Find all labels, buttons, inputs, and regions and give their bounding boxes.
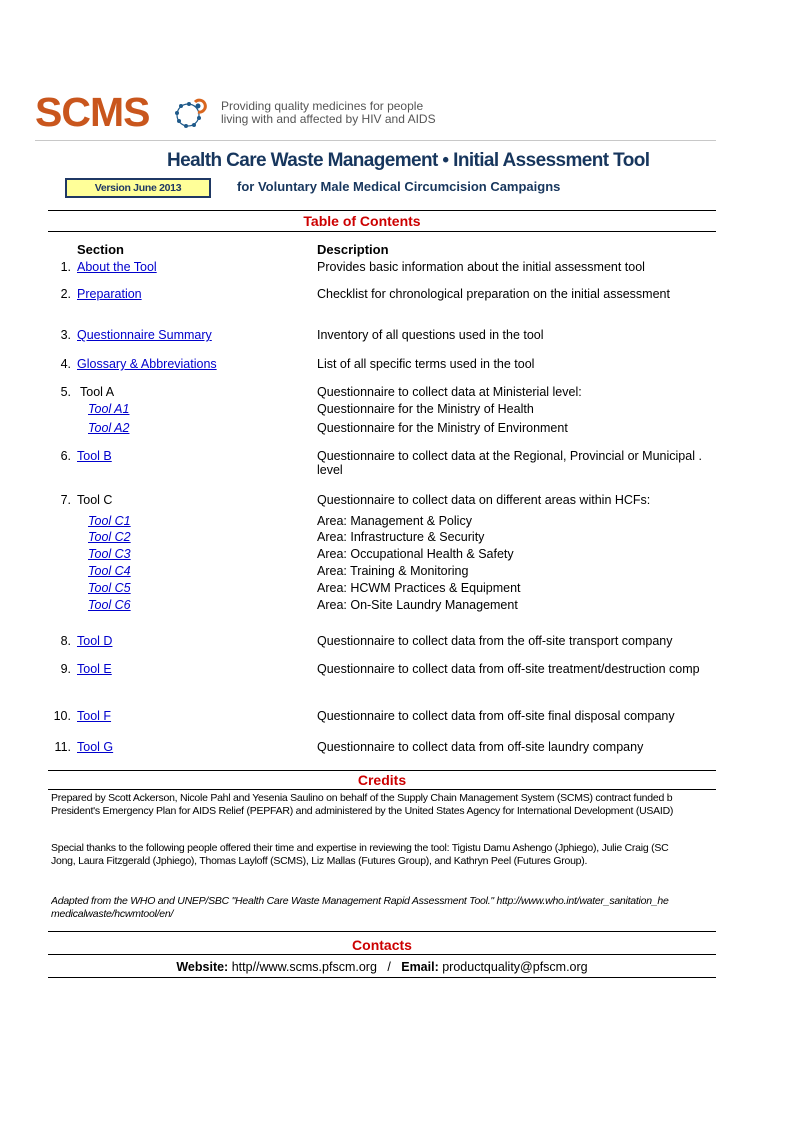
tool-c5-link[interactable]: Tool C5 <box>88 581 131 595</box>
credits-thanks-line-1: Special thanks to the following people o… <box>51 842 669 854</box>
toc-description: Questionnaire for the Ministry of Enviro… <box>317 421 568 435</box>
toc-description: Questionnaire to collect data from the o… <box>317 634 673 648</box>
divider <box>48 954 716 955</box>
credits-heading: Credits <box>357 772 407 788</box>
toc-number: 3. <box>60 328 71 342</box>
toc-heading: Table of Contents <box>303 213 421 229</box>
toc-number: 8. <box>60 634 71 648</box>
tool-b-link[interactable]: Tool B <box>77 449 112 463</box>
tool-d-link[interactable]: Tool D <box>77 634 112 648</box>
version-badge: Version June 2013 <box>65 178 211 198</box>
about-the-tool-link[interactable]: About the Tool <box>77 260 157 274</box>
tool-c2-link[interactable]: Tool C2 <box>88 530 131 544</box>
toc-description: Provides basic information about the ini… <box>317 260 645 274</box>
tagline: Providing quality medicines for people l… <box>221 100 436 126</box>
tool-c6-link[interactable]: Tool C6 <box>88 598 131 612</box>
toc-number: 7. <box>60 493 71 507</box>
contacts-heading: Contacts <box>352 937 412 953</box>
preparation-link[interactable]: Preparation <box>77 287 142 301</box>
tool-e-link[interactable]: Tool E <box>77 662 112 676</box>
tagline-line-2: living with and affected by HIV and AIDS <box>221 112 436 126</box>
contacts-line: Website: http//www.scms.pfscm.org / Emai… <box>0 960 782 974</box>
toc-number: 2. <box>60 287 71 301</box>
divider <box>48 231 716 232</box>
email-value: productquality@pfscm.org <box>442 960 588 974</box>
toc-description: Questionnaire for the Ministry of Health <box>317 402 534 416</box>
website-value: http//www.scms.pfscm.org <box>231 960 377 974</box>
glossary-abbreviations-link[interactable]: Glossary & Abbreviations <box>77 357 217 371</box>
toc-number: 10. <box>53 709 71 723</box>
tool-g-link[interactable]: Tool G <box>77 740 113 754</box>
header-divider <box>35 140 716 141</box>
toc-description: Questionnaire to collect data from off-s… <box>317 740 644 754</box>
toc-description: Questionnaire to collect data at Ministe… <box>317 385 582 399</box>
questionnaire-summary-link[interactable]: Questionnaire Summary <box>77 328 212 342</box>
toc-number: 1. <box>60 260 71 274</box>
page-title: Health Care Waste Management • Initial A… <box>167 150 650 171</box>
toc-number: 5. <box>60 385 71 399</box>
section-column-header: Section <box>77 242 124 257</box>
divider <box>48 210 716 211</box>
email-label: Email: <box>401 960 439 974</box>
contacts-separator: / <box>387 960 391 974</box>
toc-description: Questionnaire to collect data from off-s… <box>317 662 700 676</box>
toc-description: Area: HCWM Practices & Equipment <box>317 581 521 595</box>
divider <box>48 789 716 790</box>
tool-c4-link[interactable]: Tool C4 <box>88 564 131 578</box>
divider <box>48 977 716 978</box>
toc-description: Area: Training & Monitoring <box>317 564 469 578</box>
toc-description: Area: Management & Policy <box>317 514 472 528</box>
toc-description-continued: level <box>317 463 343 477</box>
tool-c3-link[interactable]: Tool C3 <box>88 547 131 561</box>
credits-prepared-line-1: Prepared by Scott Ackerson, Nicole Pahl … <box>51 792 673 804</box>
credits-thanks-line-2: Jong, Laura Fitzgerald (Jphiego), Thomas… <box>51 855 588 867</box>
toc-description: Questionnaire to collect data from off-s… <box>317 709 675 723</box>
toc-description: Inventory of all questions used in the t… <box>317 328 544 342</box>
credits-prepared-line-2: President's Emergency Plan for AIDS Reli… <box>51 805 674 817</box>
toc-number: 11. <box>54 740 71 754</box>
toc-description: Area: Infrastructure & Security <box>317 530 485 544</box>
tool-a2-link[interactable]: Tool A2 <box>88 421 129 435</box>
tool-c-label: Tool C <box>77 493 113 507</box>
tool-a-label: Tool A <box>80 385 115 399</box>
toc-description: Area: On-Site Laundry Management <box>317 598 518 612</box>
tool-a1-link[interactable]: Tool A1 <box>88 402 129 416</box>
website-label: Website: <box>176 960 229 974</box>
toc-description: Area: Occupational Health & Safety <box>317 547 514 561</box>
credits-adapted-line-2: medicalwaste/hcwmtool/en/ <box>51 908 174 920</box>
scms-logo: SCMS <box>35 89 150 135</box>
toc-number: 4. <box>60 357 71 371</box>
description-column-header: Description <box>317 242 389 257</box>
credits-adapted-line-1: Adapted from the WHO and UNEP/SBC "Healt… <box>51 895 669 907</box>
divider <box>48 770 716 771</box>
tool-f-link[interactable]: Tool F <box>77 709 111 723</box>
toc-description: List of all specific terms used in the t… <box>317 357 535 371</box>
divider <box>48 931 716 932</box>
toc-description: Questionnaire to collect data at the Reg… <box>317 449 702 463</box>
tool-c1-link[interactable]: Tool C1 <box>88 514 131 528</box>
page-subtitle: for Voluntary Male Medical Circumcision … <box>237 179 561 194</box>
toc-description: Questionnaire to collect data on differe… <box>317 493 651 507</box>
toc-number: 6. <box>60 449 71 463</box>
scms-logo-icon <box>175 98 207 128</box>
toc-number: 9. <box>60 662 71 676</box>
toc-description: Checklist for chronological preparation … <box>317 287 670 301</box>
